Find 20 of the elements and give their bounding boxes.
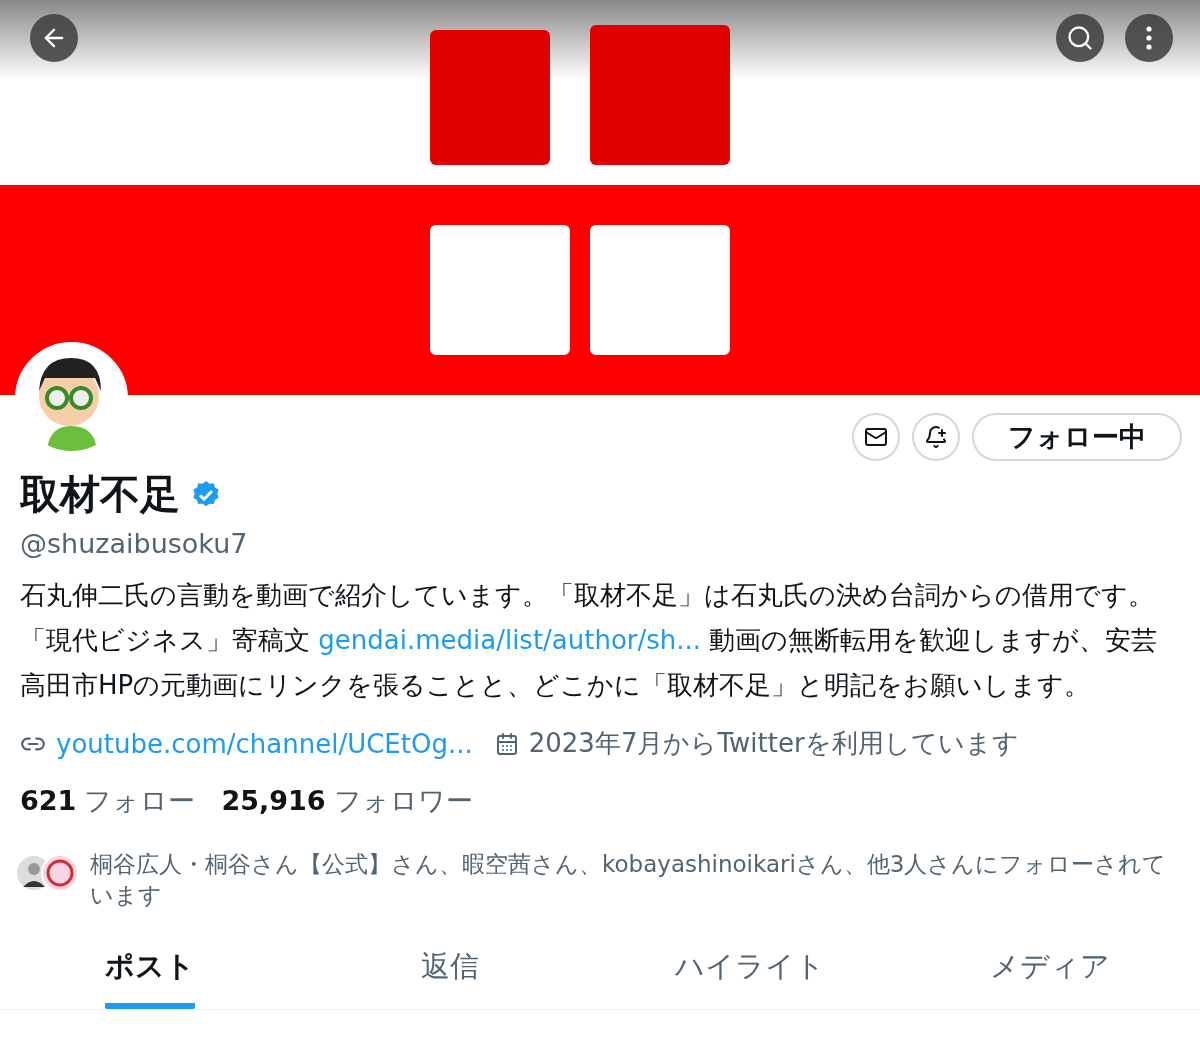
join-date: 2023年7月からTwitterを利用しています <box>528 727 1019 760</box>
following-button[interactable]: フォロー中 <box>972 413 1182 461</box>
profile-tab[interactable]: ハイライト <box>600 937 900 1009</box>
profile-handle: @shuzaibusoku7 <box>20 528 249 559</box>
followed-by-text: 桐谷広人・桐谷さん【公式】さん、暇空茜さん、kobayashinoikariさん、他3人さんにフォローされています <box>90 850 1168 910</box>
calendar-icon <box>494 731 519 756</box>
follower-avatars-icon <box>14 853 80 893</box>
envelope-icon <box>864 425 888 449</box>
notify-button[interactable] <box>912 413 960 461</box>
profile-tab[interactable]: メディア <box>900 937 1200 1009</box>
more-icon <box>1146 26 1152 50</box>
search-icon <box>1066 24 1094 52</box>
profile-name: 取材不足 <box>20 470 180 519</box>
bell-plus-icon <box>924 425 948 449</box>
profile-tab[interactable]: 返信 <box>300 937 600 1009</box>
followers-count[interactable]: 25,916 フォロワー <box>221 783 473 819</box>
message-button[interactable] <box>852 413 900 461</box>
profile-tab[interactable]: ポスト <box>0 937 300 1009</box>
profile-bio: 石丸伸二氏の言動を動画で紹介しています。「取材不足」は石丸氏の決め台詞からの借用です。「現代ビジネス」寄稿文 gendai.media/list/author/sh... 動画の無断転用を歓迎しますが、安芸高田市HPの元動画にリンクを張ることと、どこかに「取材不足」と明記をお願いします。 <box>20 579 1159 702</box>
following-count[interactable]: 621 フォロー <box>20 783 196 819</box>
